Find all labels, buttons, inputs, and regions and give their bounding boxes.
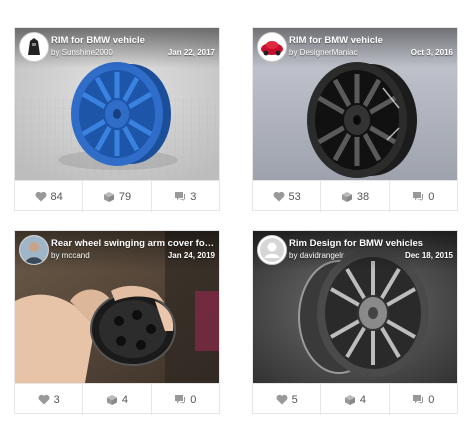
comment-button[interactable]: 0	[388, 181, 457, 212]
like-button[interactable]: 3	[15, 384, 82, 415]
stats-bar: 84 79 3	[15, 180, 219, 212]
byline: by DesignerManiac Oct 3, 2016	[289, 48, 453, 57]
user-avatar-icon	[258, 33, 286, 61]
comment-button[interactable]: 3	[150, 181, 219, 212]
model-title[interactable]: Rear wheel swinging arm cover for BMW R1…	[51, 238, 215, 249]
speech-bubble-icon	[413, 395, 424, 404]
stats-bar: 53 38 0	[253, 180, 457, 212]
byline: by davidrangelr Dec 18, 2015	[289, 251, 453, 260]
speech-bubble-icon	[413, 192, 424, 201]
comment-count: 0	[428, 393, 435, 406]
cube-icon	[103, 191, 114, 202]
model-card[interactable]: Rear wheel swinging arm cover for BMW R1…	[14, 230, 220, 415]
stats-bar: 3 4 0	[15, 383, 219, 415]
speech-bubble-icon	[175, 395, 186, 404]
card-header: RIM for BMW vehicle by Sunshine2000 Jan …	[15, 28, 219, 68]
author-link[interactable]: by davidrangelr	[289, 251, 344, 260]
model-title[interactable]: Rim Design for BMW vehicles	[289, 238, 453, 249]
avatar[interactable]	[19, 235, 49, 265]
model-card[interactable]: RIM for BMW vehicle by Sunshine2000 Jan …	[14, 27, 220, 212]
heart-icon	[38, 394, 50, 405]
model-thumbnail[interactable]: Rear wheel swinging arm cover for BMW R1…	[15, 231, 219, 383]
comment-count: 3	[190, 190, 197, 203]
heart-icon	[276, 394, 288, 405]
author-link[interactable]: by Sunshine2000	[51, 48, 113, 57]
comment-button[interactable]: 0	[388, 384, 457, 415]
comment-count: 0	[190, 393, 197, 406]
model-thumbnail[interactable]: RIM for BMW vehicle by DesignerManiac Oc…	[253, 28, 457, 180]
download-count: 79	[118, 190, 132, 203]
speech-bubble-icon	[175, 192, 186, 201]
heart-icon	[35, 191, 46, 202]
download-button[interactable]: 4	[320, 384, 388, 415]
card-header: RIM for BMW vehicle by DesignerManiac Oc…	[253, 28, 457, 68]
default-user-icon	[258, 236, 286, 264]
author-link[interactable]: by mccand	[51, 251, 90, 260]
byline: by mccand Jan 24, 2019	[51, 251, 215, 260]
model-thumbnail[interactable]: Rim Design for BMW vehicles by davidrang…	[253, 231, 457, 383]
like-button[interactable]: 5	[253, 384, 320, 415]
upload-date: Jan 22, 2017	[167, 48, 215, 57]
cube-icon	[344, 394, 355, 405]
upload-date: Dec 18, 2015	[404, 251, 453, 260]
user-avatar-icon	[20, 33, 48, 61]
card-header: Rear wheel swinging arm cover for BMW R1…	[15, 231, 219, 271]
author-link[interactable]: by DesignerManiac	[289, 48, 357, 57]
cube-icon	[341, 191, 352, 202]
user-avatar-icon	[20, 236, 48, 264]
model-title[interactable]: RIM for BMW vehicle	[289, 35, 453, 46]
model-thumbnail[interactable]: RIM for BMW vehicle by Sunshine2000 Jan …	[15, 28, 219, 180]
like-count: 5	[291, 393, 298, 406]
comment-button[interactable]: 0	[150, 384, 219, 415]
download-count: 4	[121, 393, 129, 406]
like-count: 3	[53, 393, 60, 406]
avatar[interactable]	[257, 235, 287, 265]
like-button[interactable]: 84	[15, 181, 82, 212]
download-count: 38	[356, 190, 370, 203]
upload-date: Oct 3, 2016	[410, 48, 453, 57]
byline: by Sunshine2000 Jan 22, 2017	[51, 48, 215, 57]
heart-icon	[273, 191, 284, 202]
like-count: 84	[50, 190, 63, 203]
cube-icon	[106, 394, 117, 405]
like-count: 53	[288, 190, 301, 203]
model-card[interactable]: RIM for BMW vehicle by DesignerManiac Oc…	[252, 27, 458, 212]
model-title[interactable]: RIM for BMW vehicle	[51, 35, 215, 46]
download-count: 4	[359, 393, 367, 406]
download-button[interactable]: 4	[82, 384, 150, 415]
download-button[interactable]: 38	[320, 181, 388, 212]
upload-date: Jan 24, 2019	[167, 251, 215, 260]
avatar[interactable]	[19, 32, 49, 62]
avatar[interactable]	[257, 32, 287, 62]
card-header: Rim Design for BMW vehicles by davidrang…	[253, 231, 457, 271]
model-card[interactable]: Rim Design for BMW vehicles by davidrang…	[252, 230, 458, 415]
download-button[interactable]: 79	[82, 181, 150, 212]
like-button[interactable]: 53	[253, 181, 320, 212]
comment-count: 0	[428, 190, 435, 203]
stats-bar: 5 4 0	[253, 383, 457, 415]
